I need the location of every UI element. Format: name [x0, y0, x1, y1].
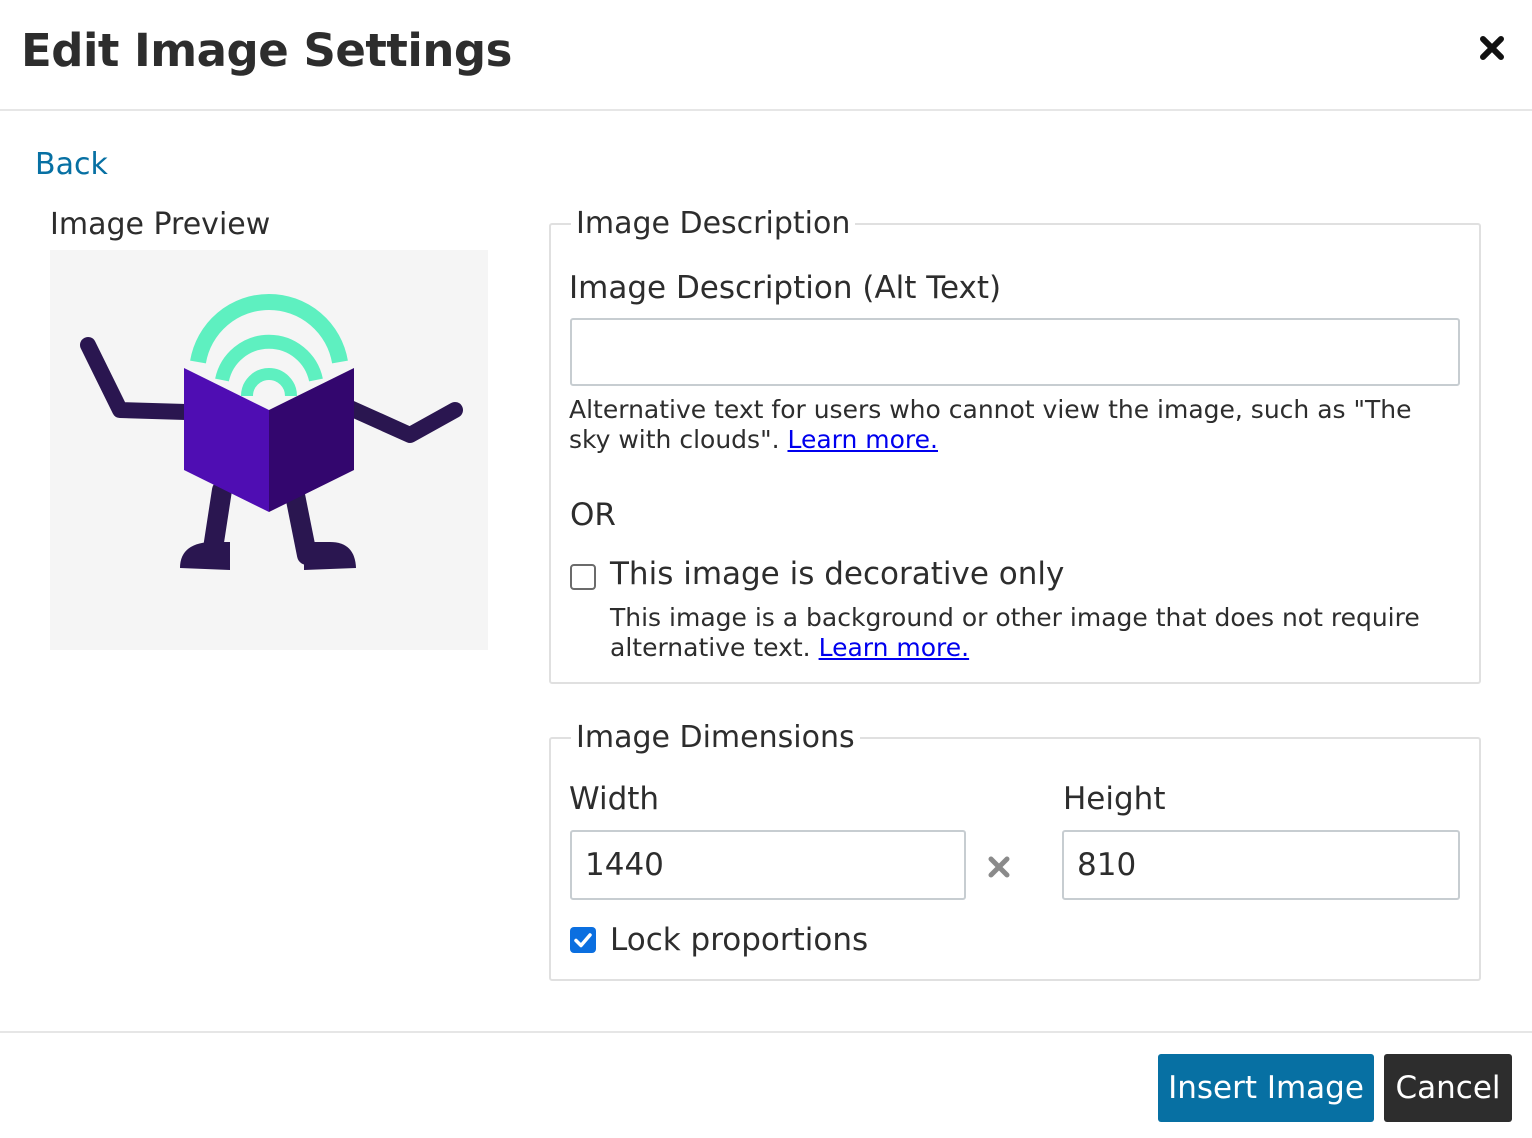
alt-text-input[interactable] — [570, 318, 1460, 386]
width-label: Width — [569, 781, 660, 817]
image-dimensions-legend: Image Dimensions — [576, 720, 855, 755]
width-input[interactable] — [570, 830, 966, 900]
cancel-button[interactable]: Cancel — [1384, 1054, 1512, 1122]
alt-text-learn-more-link[interactable]: Learn more. — [787, 425, 938, 454]
decorative-checkbox[interactable] — [570, 564, 596, 590]
alt-text-hint: Alternative text for users who cannot vi… — [569, 395, 1459, 455]
image-preview-label: Image Preview — [50, 207, 271, 242]
dialog-header: Edit Image Settings — [0, 0, 1532, 111]
image-description-legend: Image Description — [576, 206, 851, 241]
height-input[interactable] — [1062, 830, 1460, 900]
alt-text-label: Image Description (Alt Text) — [569, 270, 1002, 306]
back-link[interactable]: Back — [35, 147, 108, 182]
book-robot-illustration — [80, 294, 463, 570]
decorative-hint-text: This image is a background or other imag… — [610, 603, 1420, 662]
alt-text-hint-text: Alternative text for users who cannot vi… — [569, 395, 1412, 454]
dialog-title: Edit Image Settings — [21, 24, 512, 77]
image-preview — [50, 250, 488, 650]
decorative-learn-more-link[interactable]: Learn more. — [819, 633, 970, 662]
multiply-icon — [988, 856, 1010, 878]
close-icon — [1480, 36, 1504, 60]
height-label: Height — [1063, 781, 1166, 817]
insert-image-button[interactable]: Insert Image — [1158, 1054, 1374, 1122]
lock-proportions-checkbox[interactable] — [570, 927, 596, 953]
or-separator: OR — [570, 497, 616, 533]
decorative-hint: This image is a background or other imag… — [610, 603, 1450, 663]
close-button[interactable] — [1474, 30, 1510, 66]
decorative-label[interactable]: This image is decorative only — [610, 556, 1064, 592]
checkmark-icon — [574, 933, 592, 948]
lock-proportions-label[interactable]: Lock proportions — [610, 922, 868, 958]
